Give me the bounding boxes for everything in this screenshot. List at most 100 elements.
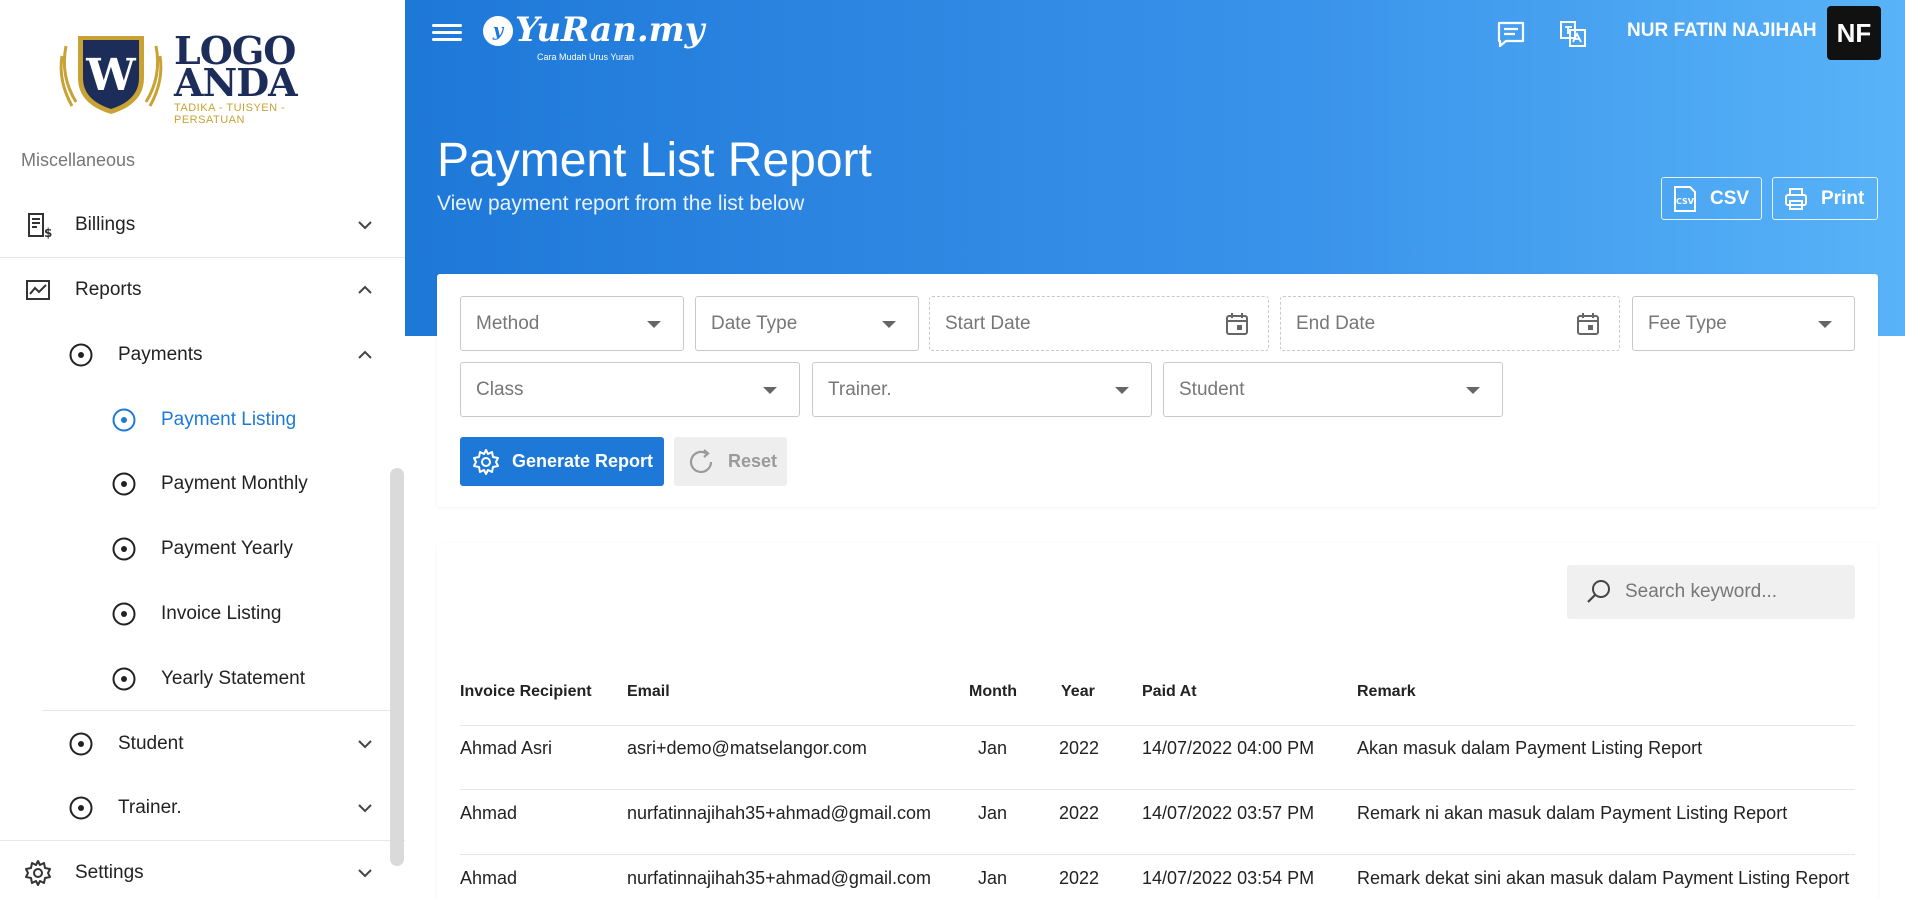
trainer-select-label: Trainer. — [828, 379, 892, 400]
avatar[interactable]: NF — [1827, 6, 1881, 60]
calendar-icon[interactable] — [1575, 311, 1601, 337]
student-select[interactable]: Student — [1163, 362, 1503, 417]
sidebar: W LOGO ANDA TADIKA - TUISYEN - PERSATUAN… — [0, 0, 405, 898]
divider — [460, 854, 1855, 855]
brand-tagline: Cara Mudah Urus Yuran — [537, 52, 634, 62]
logo-shield-icon: W — [59, 36, 163, 114]
cell-remark: Remark dekat sini akan masuk dalam Payme… — [1357, 868, 1850, 888]
filter-card: Method Date Type Start Date End Date Fee… — [437, 274, 1878, 507]
date-type-select[interactable]: Date Type — [695, 296, 919, 351]
cell-paid-at: 14/07/2022 04:00 PM — [1142, 738, 1315, 758]
divider — [460, 725, 1855, 726]
print-button[interactable]: Print — [1772, 177, 1878, 220]
caret-down-icon — [763, 387, 777, 394]
reset-button[interactable]: Reset — [674, 437, 787, 486]
radio-icon — [109, 405, 139, 435]
csv-button[interactable]: CSV CSV — [1661, 177, 1762, 220]
reset-label: Reset — [728, 451, 778, 471]
svg-text:CSV: CSV — [1676, 197, 1695, 206]
sidebar-item-label: Student — [118, 732, 184, 754]
radio-icon — [109, 599, 139, 629]
cell-month: Jan — [978, 738, 1008, 758]
search-input[interactable] — [1625, 581, 1845, 603]
cell-recipient: Ahmad — [460, 868, 518, 888]
logo[interactable]: W LOGO ANDA TADIKA - TUISYEN - PERSATUAN — [56, 26, 356, 126]
gear-icon — [23, 858, 53, 888]
menu-toggle-icon[interactable] — [432, 20, 462, 46]
chevron-down-icon — [358, 868, 372, 877]
search-box[interactable] — [1567, 565, 1855, 619]
cell-year: 2022 — [1059, 803, 1100, 823]
page-title: Payment List Report — [437, 134, 872, 187]
sidebar-item-label: Payment Listing — [161, 408, 297, 430]
end-date-field[interactable]: End Date — [1280, 296, 1620, 351]
cell-year: 2022 — [1059, 738, 1100, 758]
cell-email: nurfatinnajihah35+ahmad@gmail.com — [627, 803, 931, 823]
sidebar-item-payment-listing[interactable]: Payment Listing — [0, 387, 405, 452]
student-select-label: Student — [1179, 379, 1245, 400]
sidebar-item-label: Reports — [75, 278, 142, 300]
radio-icon — [109, 664, 139, 694]
sidebar-item-label: Payment Yearly — [161, 537, 294, 559]
radio-icon — [66, 729, 96, 759]
col-header-remark[interactable]: Remark — [1357, 683, 1416, 701]
radio-icon — [109, 534, 139, 564]
cell-recipient: Ahmad — [460, 803, 518, 823]
col-header-email[interactable]: Email — [627, 683, 670, 701]
sidebar-item-invoice-listing[interactable]: Invoice Listing — [0, 581, 405, 646]
fee-type-select-label: Fee Type — [1648, 313, 1727, 334]
chevron-up-icon — [358, 285, 372, 294]
translate-icon[interactable] — [1557, 18, 1589, 50]
cell-month: Jan — [978, 868, 1008, 888]
chevron-down-icon — [358, 739, 372, 748]
col-header-recipient[interactable]: Invoice Recipient — [460, 683, 592, 701]
sidebar-item-payments[interactable]: Payments — [0, 322, 405, 387]
logo-emblem-letter: W — [85, 50, 136, 101]
message-icon[interactable] — [1495, 18, 1527, 50]
caret-down-icon — [1818, 321, 1832, 328]
brand-name: YuRan.my — [515, 10, 705, 50]
radio-icon — [66, 340, 96, 370]
sidebar-item-label: Yearly Statement — [161, 667, 305, 689]
user-name[interactable]: NUR FATIN NAJIHAH — [1627, 20, 1817, 42]
sidebar-item-billings[interactable]: $ Billings — [0, 192, 405, 257]
printer-icon — [1785, 187, 1807, 210]
sidebar-item-payment-monthly[interactable]: Payment Monthly — [0, 451, 405, 516]
generate-report-label: Generate Report — [512, 451, 654, 471]
method-select[interactable]: Method — [460, 296, 684, 351]
cell-month: Jan — [978, 803, 1008, 823]
print-button-label: Print — [1821, 187, 1865, 209]
sidebar-item-student[interactable]: Student — [0, 711, 405, 776]
generate-report-button[interactable]: Generate Report — [460, 437, 664, 486]
caret-down-icon — [1115, 387, 1129, 394]
page-subtitle: View payment report from the list below — [437, 192, 805, 215]
sidebar-item-settings[interactable]: Settings — [0, 840, 405, 898]
csv-file-icon: CSV — [1674, 185, 1696, 212]
sidebar-item-label: Invoice Listing — [161, 602, 282, 624]
report-table-card: Invoice Recipient Email Month Year Paid … — [437, 543, 1878, 898]
class-select[interactable]: Class — [460, 362, 800, 417]
col-header-month[interactable]: Month — [969, 683, 1017, 701]
csv-button-label: CSV — [1710, 187, 1750, 209]
class-select-label: Class — [476, 379, 524, 400]
cell-year: 2022 — [1059, 868, 1100, 888]
sidebar-item-reports[interactable]: Reports — [0, 257, 405, 322]
cell-recipient: Ahmad Asri — [460, 738, 553, 758]
cell-remark: Akan masuk dalam Payment Listing Report — [1357, 738, 1703, 758]
sidebar-item-trainer[interactable]: Trainer. — [0, 775, 405, 840]
sidebar-item-payment-yearly[interactable]: Payment Yearly — [0, 516, 405, 581]
start-date-field[interactable]: Start Date — [929, 296, 1269, 351]
logo-line2: ANDA — [174, 60, 298, 105]
fee-type-select[interactable]: Fee Type — [1632, 296, 1855, 351]
sidebar-item-yearly-statement[interactable]: Yearly Statement — [0, 646, 405, 711]
cell-paid-at: 14/07/2022 03:57 PM — [1142, 803, 1315, 823]
end-date-label: End Date — [1296, 313, 1376, 334]
col-header-paid-at[interactable]: Paid At — [1142, 683, 1197, 701]
col-header-year[interactable]: Year — [1061, 683, 1095, 701]
divider — [460, 789, 1855, 790]
start-date-label: Start Date — [945, 313, 1031, 334]
trainer-select[interactable]: Trainer. — [812, 362, 1152, 417]
sidebar-scrollbar[interactable] — [390, 468, 404, 866]
calendar-icon[interactable] — [1224, 311, 1250, 337]
svg-text:$: $ — [44, 226, 52, 239]
